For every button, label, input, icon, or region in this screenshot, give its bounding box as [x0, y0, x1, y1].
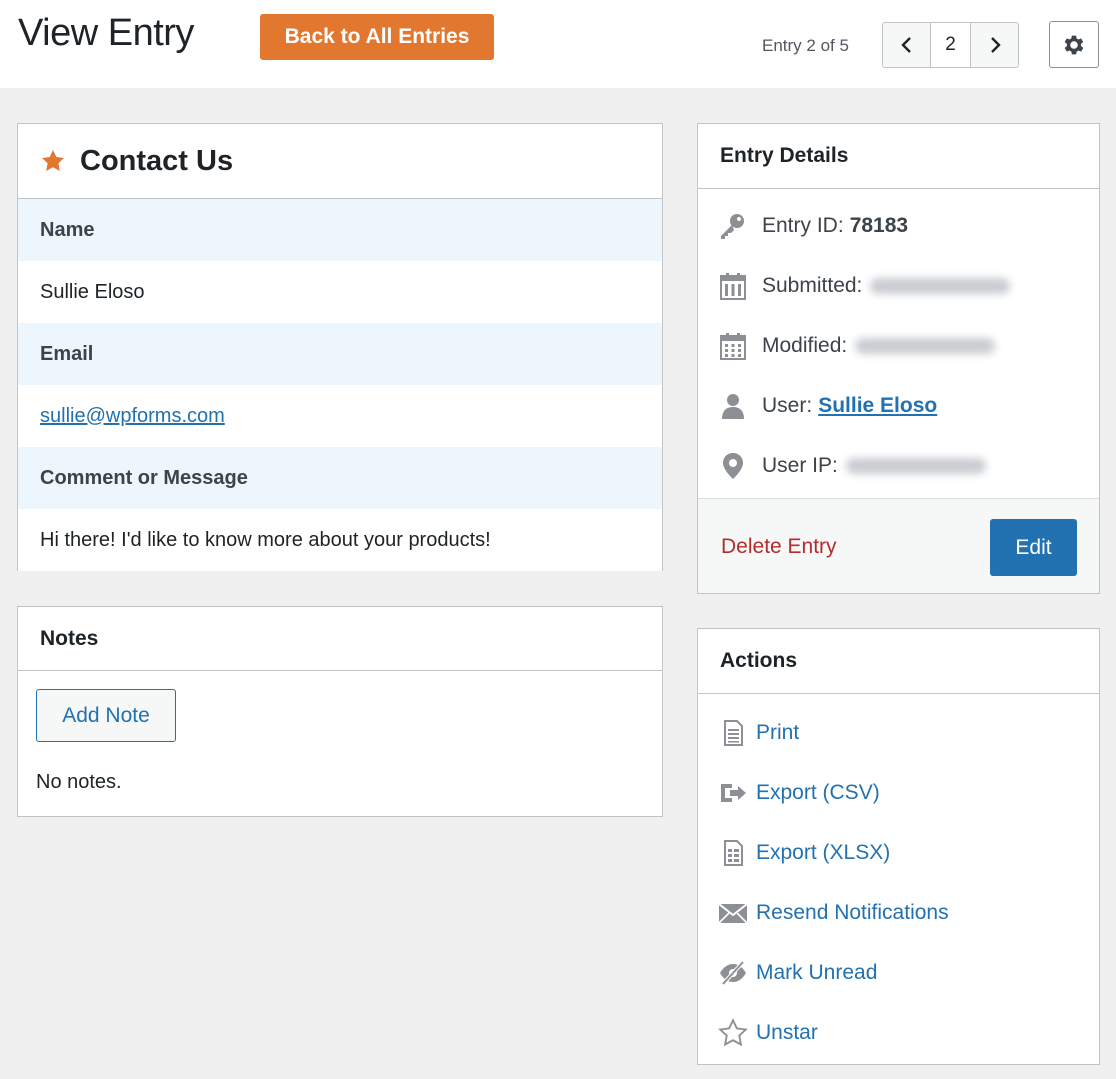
top-bar: View Entry Back to All Entries Entry 2 o… [0, 0, 1116, 88]
screen-options-button[interactable] [1049, 21, 1099, 68]
action-export-csv[interactable]: Export (CSV) [718, 773, 880, 813]
key-icon [718, 211, 748, 241]
star-filled-icon[interactable] [40, 148, 66, 174]
action-resend-label: Resend Notifications [756, 901, 949, 924]
modified-date-redacted [855, 338, 996, 354]
action-print[interactable]: Print [718, 713, 799, 753]
previous-entry-button[interactable] [883, 23, 930, 67]
field-label-name: Name [18, 199, 662, 261]
entry-id-row: Entry ID: 78183 [718, 206, 908, 246]
eye-slash-icon [718, 958, 748, 988]
form-entry-header: Contact Us [18, 124, 662, 199]
current-entry-number: 2 [930, 23, 971, 67]
action-mark-unread-label: Mark Unread [756, 961, 878, 984]
edit-button[interactable]: Edit [990, 519, 1077, 576]
action-print-label: Print [756, 721, 800, 744]
envelope-icon [718, 898, 748, 928]
no-notes-text: No notes. [36, 771, 122, 793]
delete-entry-link[interactable]: Delete Entry [721, 535, 837, 559]
spreadsheet-icon [718, 838, 748, 868]
user-link[interactable]: Sullie Eloso [818, 394, 937, 418]
page-title: View Entry [18, 12, 194, 54]
entry-details-card: Entry Details Entry ID: 78183 Submitted:… [697, 123, 1100, 594]
action-unstar-label: Unstar [756, 1021, 818, 1044]
submitted-row: Submitted: [718, 266, 1011, 306]
action-mark-unread[interactable]: Mark Unread [718, 953, 877, 993]
modified-row: Modified: [718, 326, 996, 366]
action-export-csv-label: Export (CSV) [756, 781, 880, 804]
print-icon [718, 718, 748, 748]
action-export-xlsx-label: Export (XLSX) [756, 841, 891, 864]
email-link[interactable]: sullie@wpforms.com [40, 405, 225, 428]
user-ip-label: User IP: [762, 454, 838, 477]
entry-id-value: 78183 [849, 214, 909, 237]
notes-title: Notes [40, 626, 99, 650]
field-value-email: sullie@wpforms.com [18, 385, 662, 447]
entry-details-header: Entry Details [698, 124, 1099, 189]
modified-label: Modified: [762, 334, 848, 357]
user-label: User: [762, 394, 813, 417]
action-resend-notifications[interactable]: Resend Notifications [718, 893, 949, 933]
submitted-date-redacted [870, 278, 1011, 294]
back-to-all-entries-button[interactable]: Back to All Entries [260, 14, 494, 60]
chevron-left-icon [900, 37, 911, 53]
location-pin-icon [718, 451, 748, 481]
gear-icon [1064, 35, 1084, 54]
form-title: Contact Us [80, 144, 234, 177]
field-value-message: Hi there! I'd like to know more about yo… [18, 509, 662, 571]
field-label-email: Email [18, 323, 662, 385]
user-row: User: Sullie Eloso [718, 386, 937, 426]
user-ip-row: User IP: [718, 446, 986, 486]
actions-card: Actions Print Export (CSV) Export (XLSX)… [697, 628, 1100, 1065]
actions-header: Actions [698, 629, 1099, 694]
calendar-icon [718, 271, 748, 301]
actions-title: Actions [720, 649, 798, 672]
calendar-grid-icon [718, 331, 748, 361]
add-note-button[interactable]: Add Note [36, 689, 176, 742]
field-label-message: Comment or Message [18, 447, 662, 509]
notes-card: Notes Add Note No notes. [17, 606, 663, 817]
next-entry-button[interactable] [971, 23, 1018, 67]
entry-details-footer: Delete Entry Edit [698, 498, 1099, 593]
action-export-xlsx[interactable]: Export (XLSX) [718, 833, 890, 873]
star-outline-icon [718, 1018, 748, 1048]
user-ip-redacted [845, 458, 986, 474]
user-icon [718, 391, 748, 421]
form-entry-card: Contact Us Name Sullie Eloso Email sulli… [17, 123, 663, 571]
entry-id-label: Entry ID: [762, 214, 844, 237]
entry-pager: 2 [882, 22, 1019, 68]
action-unstar[interactable]: Unstar [718, 1013, 818, 1053]
entry-details-title: Entry Details [720, 144, 849, 167]
entry-count: Entry 2 of 5 [762, 36, 849, 55]
field-value-name: Sullie Eloso [18, 261, 662, 323]
submitted-label: Submitted: [762, 274, 863, 297]
notes-header: Notes [18, 607, 662, 671]
export-icon [718, 778, 748, 808]
chevron-right-icon [990, 37, 1001, 53]
